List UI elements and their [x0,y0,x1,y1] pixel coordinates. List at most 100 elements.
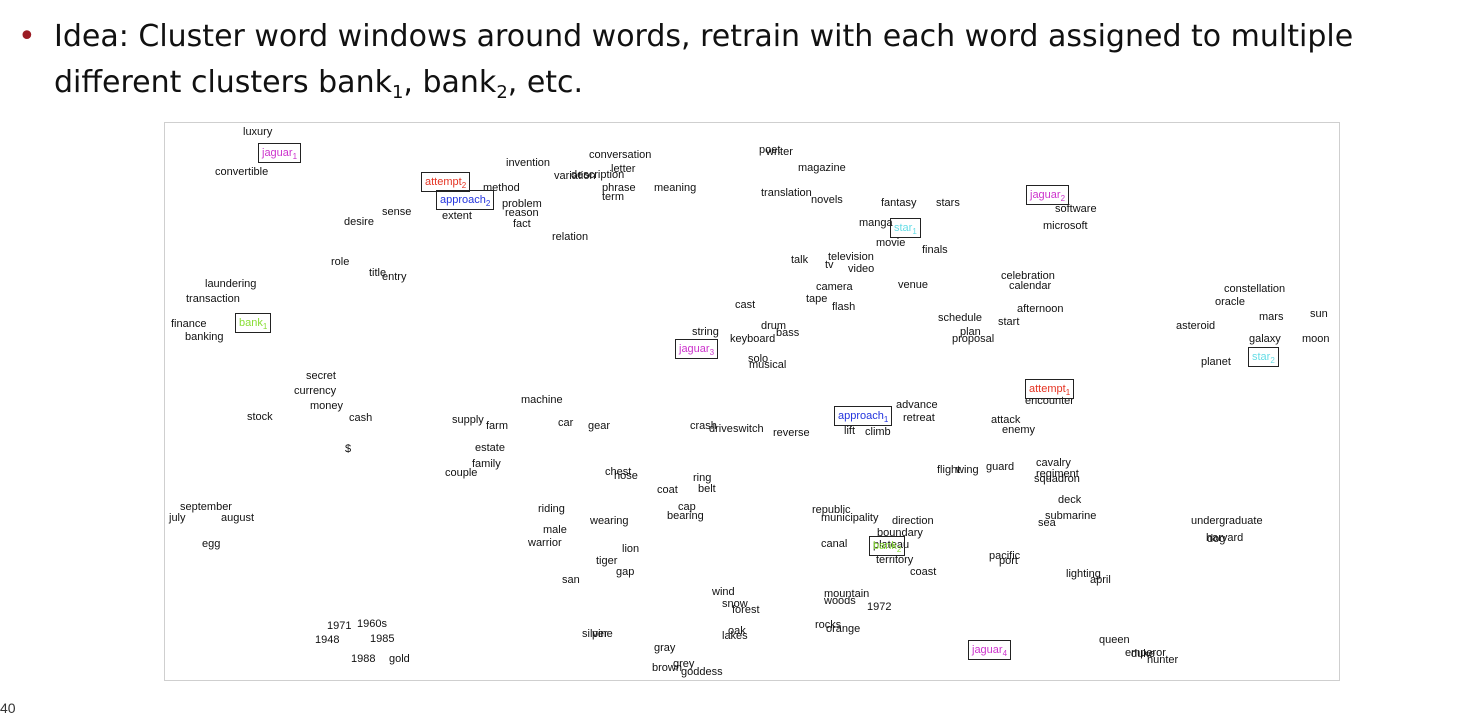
jaguar3-subscript: 3 [709,348,715,357]
word-calendar-label: calendar [1009,280,1052,292]
word-woods-label: woods [824,595,856,607]
word-video-label: video [848,263,875,275]
jaguar4-subscript: 4 [1002,649,1008,658]
word-start-label: start [998,316,1020,328]
word-meaning-label: meaning [654,182,697,194]
attempt2-subscript: 2 [461,181,467,190]
word-desire-label: desire [344,216,374,228]
word-movie-label: movie [876,237,906,249]
word-pine-label: pine [592,628,613,640]
word-translation-label: translation [761,187,812,199]
word-san-label: san [562,574,580,586]
word-farm-label: farm [486,420,508,432]
word-string-label: string [692,326,719,338]
word-term-label: term [602,191,624,203]
word-secret-label: secret [306,370,336,382]
word-lift-label: lift [844,425,855,437]
word-belt-label: belt [698,483,716,495]
word-tape-label: tape [806,293,828,305]
word-guard-label: guard [986,461,1015,473]
bank1-sense-box: bank1 [235,313,272,333]
word-hose-label: hose [614,470,638,482]
word-schedule-label: schedule [938,312,983,324]
word-proposal-label: proposal [952,333,995,345]
word-extent-label: extent [442,210,472,222]
word-reverse-label: reverse [773,427,810,439]
word-oracle-label: oracle [1215,296,1245,308]
attempt1-sense-box: attempt1 [1025,379,1075,399]
word-wing-label: wing [956,464,979,476]
word-magazine-label: magazine [798,162,846,174]
star2-subscript: 2 [1270,356,1275,365]
word-talk-label: talk [791,254,809,266]
bank1-subscript: 1 [262,322,268,331]
bullet-line-2-suffix: , etc. [507,65,584,100]
word-supply-label: supply [452,414,484,426]
word-port-label: port [999,555,1018,567]
word-1972-label: 1972 [867,601,892,613]
word-retreat-label: retreat [903,412,935,424]
word-wind-label: wind [712,586,735,598]
approach2-sense-box: approach2 [436,190,495,210]
word-goddess-label: goddess [681,666,723,678]
word-lion-label: lion [622,543,640,555]
attempt2-word: attempt [425,176,462,188]
word-lakes-label: lakes [722,630,748,642]
attempt1-subscript: 1 [1065,388,1071,397]
star1-sense-box: star1 [890,218,921,238]
bullet-line-2-prefix: different clusters bank [54,65,392,100]
word-flash-label: flash [832,301,856,313]
word-sense-label: sense [382,206,412,218]
word-description-label: description [571,169,625,181]
jaguar2-subscript: 2 [1060,194,1066,203]
word-banking-label: banking [185,331,224,343]
word-1960s-label: 1960s [357,618,387,630]
word-canal-label: canal [821,538,848,550]
word-microsoft-label: microsoft [1043,220,1088,232]
word-convertible-label: convertible [215,166,269,178]
word-cast-label: cast [735,299,756,311]
word-enemy-label: enemy [1002,424,1036,436]
word-coat-label: coat [657,484,678,496]
word-squadron-label: squadron [1034,473,1080,485]
word-camera-label: camera [816,281,853,293]
attempt1-word: attempt [1029,383,1066,395]
word-moon-label: moon [1302,333,1330,345]
word-drive-label: drive [709,423,733,435]
word-laundering-label: laundering [205,278,257,290]
word-municipality-label: municipality [821,512,879,524]
word-gear-label: gear [588,420,611,432]
approach1-sense-box: approach1 [834,406,893,426]
jaguar4-word: jaguar [972,644,1003,656]
word-direction-label: direction [892,515,934,527]
attempt2-sense-box: attempt2 [421,172,471,192]
approach1-subscript: 1 [883,415,889,424]
word-mars-label: mars [1259,311,1284,323]
bullet-dot: • [18,19,36,54]
word-relation-label: relation [552,231,589,243]
word-riding-label: riding [538,503,565,515]
jaguar2-word: jaguar [1030,189,1061,201]
word-invention-label: invention [506,157,551,169]
bank2-word: bank [873,540,897,552]
word-cluster-figure: luxury convertible invention conversation le… [164,122,1340,681]
jaguar2-sense-box: jaguar2 [1026,185,1070,205]
word-estate-label: estate [475,442,505,454]
word-hunter-label: hunter [1147,654,1179,666]
word-fact-label: fact [513,218,531,230]
word-role-label: role [331,256,350,268]
word-egg-label: egg [202,538,221,550]
word-coast-label: coast [910,566,937,578]
bullet-sub-2: 2 [496,82,508,103]
word-gap-label: gap [616,566,635,578]
word-transaction-label: transaction [186,293,240,305]
word-stock-label: stock [247,411,273,423]
word-undergraduate-label: undergraduate [1191,515,1263,527]
word-entry-label: entry [382,271,407,283]
bullet-sub-1: 1 [391,82,404,103]
word-orange-label: orange [826,623,861,635]
word-forest-label: forest [732,604,760,616]
word-machine-label: machine [521,394,563,406]
word-1948-label: 1948 [315,634,340,646]
bullet-line-1: Idea: Cluster word windows around words,… [54,19,1354,54]
